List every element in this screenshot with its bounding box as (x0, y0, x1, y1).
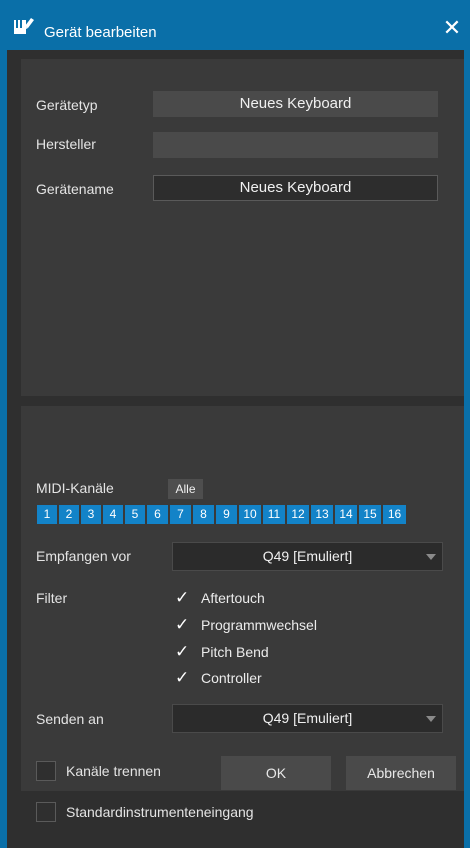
filter-program-change-label: Programmwechsel (201, 617, 317, 633)
cancel-button[interactable]: Abbrechen (346, 756, 456, 790)
channel-button-10[interactable]: 10 (239, 505, 261, 524)
channel-button-3[interactable]: 3 (81, 505, 101, 524)
device-type-field[interactable]: Neues Keyboard (153, 91, 438, 117)
channel-button-8[interactable]: 8 (193, 505, 214, 524)
chevron-down-icon (426, 554, 436, 560)
window-title: Gerät bearbeiten (44, 24, 157, 41)
filter-aftertouch-label: Aftertouch (201, 590, 265, 606)
channel-button-7[interactable]: 7 (170, 505, 191, 524)
receive-label: Empfangen vor (36, 548, 131, 564)
midi-channels-label: MIDI-Kanäle (36, 480, 114, 496)
device-panel: Gerätetyp Neues Keyboard Hersteller Gerä… (21, 59, 464, 396)
split-channels-checkbox[interactable] (36, 761, 56, 781)
filter-controller-label: Controller (201, 670, 262, 686)
checkmark-icon: ✓ (175, 615, 190, 634)
device-type-label: Gerätetyp (36, 97, 98, 113)
channel-button-6[interactable]: 6 (147, 505, 168, 524)
manufacturer-label: Hersteller (36, 136, 96, 152)
default-input-checkbox[interactable] (36, 802, 56, 822)
keyboard-app-icon (14, 18, 34, 34)
channel-button-4[interactable]: 4 (103, 505, 123, 524)
channel-button-1[interactable]: 1 (37, 505, 57, 524)
filter-pitch-bend-label: Pitch Bend (201, 644, 269, 660)
receive-dropdown-value: Q49 [Emuliert] (262, 548, 353, 564)
dialog-body: Gerätetyp Neues Keyboard Hersteller Gerä… (7, 50, 464, 848)
channel-button-9[interactable]: 9 (216, 505, 237, 524)
title-bar: Gerät bearbeiten ✕ (0, 0, 470, 50)
send-dropdown[interactable]: Q49 [Emuliert] (172, 704, 443, 733)
ok-button[interactable]: OK (221, 756, 331, 790)
channel-button-16[interactable]: 16 (383, 505, 406, 524)
device-name-input[interactable]: Neues Keyboard (153, 175, 438, 201)
device-name-label: Gerätename (36, 181, 114, 197)
channel-button-11[interactable]: 11 (263, 505, 285, 524)
channel-button-12[interactable]: 12 (287, 505, 309, 524)
filter-label: Filter (36, 590, 68, 606)
checkmark-icon: ✓ (175, 642, 190, 661)
receive-dropdown[interactable]: Q49 [Emuliert] (172, 542, 443, 571)
channel-button-15[interactable]: 15 (359, 505, 381, 524)
send-label: Senden an (36, 711, 104, 727)
channel-button-14[interactable]: 14 (335, 505, 357, 524)
channel-button-13[interactable]: 13 (311, 505, 333, 524)
midi-channel-grid: 1 2 3 4 5 6 7 8 9 10 11 12 13 14 15 16 (37, 505, 470, 524)
split-channels-label: Kanäle trennen (66, 763, 161, 779)
manufacturer-field[interactable] (153, 132, 438, 158)
chevron-down-icon (426, 716, 436, 722)
all-channels-button[interactable]: Alle (168, 479, 203, 499)
close-icon[interactable]: ✕ (438, 14, 466, 42)
midi-panel: MIDI-Kanäle Alle 1 2 3 4 5 6 7 8 9 10 11… (21, 406, 464, 791)
default-input-label: Standardinstrumenteneingang (66, 804, 254, 820)
channel-button-5[interactable]: 5 (125, 505, 145, 524)
checkmark-icon: ✓ (175, 668, 190, 687)
send-dropdown-value: Q49 [Emuliert] (262, 710, 353, 726)
checkmark-icon: ✓ (175, 588, 190, 607)
channel-button-2[interactable]: 2 (59, 505, 79, 524)
